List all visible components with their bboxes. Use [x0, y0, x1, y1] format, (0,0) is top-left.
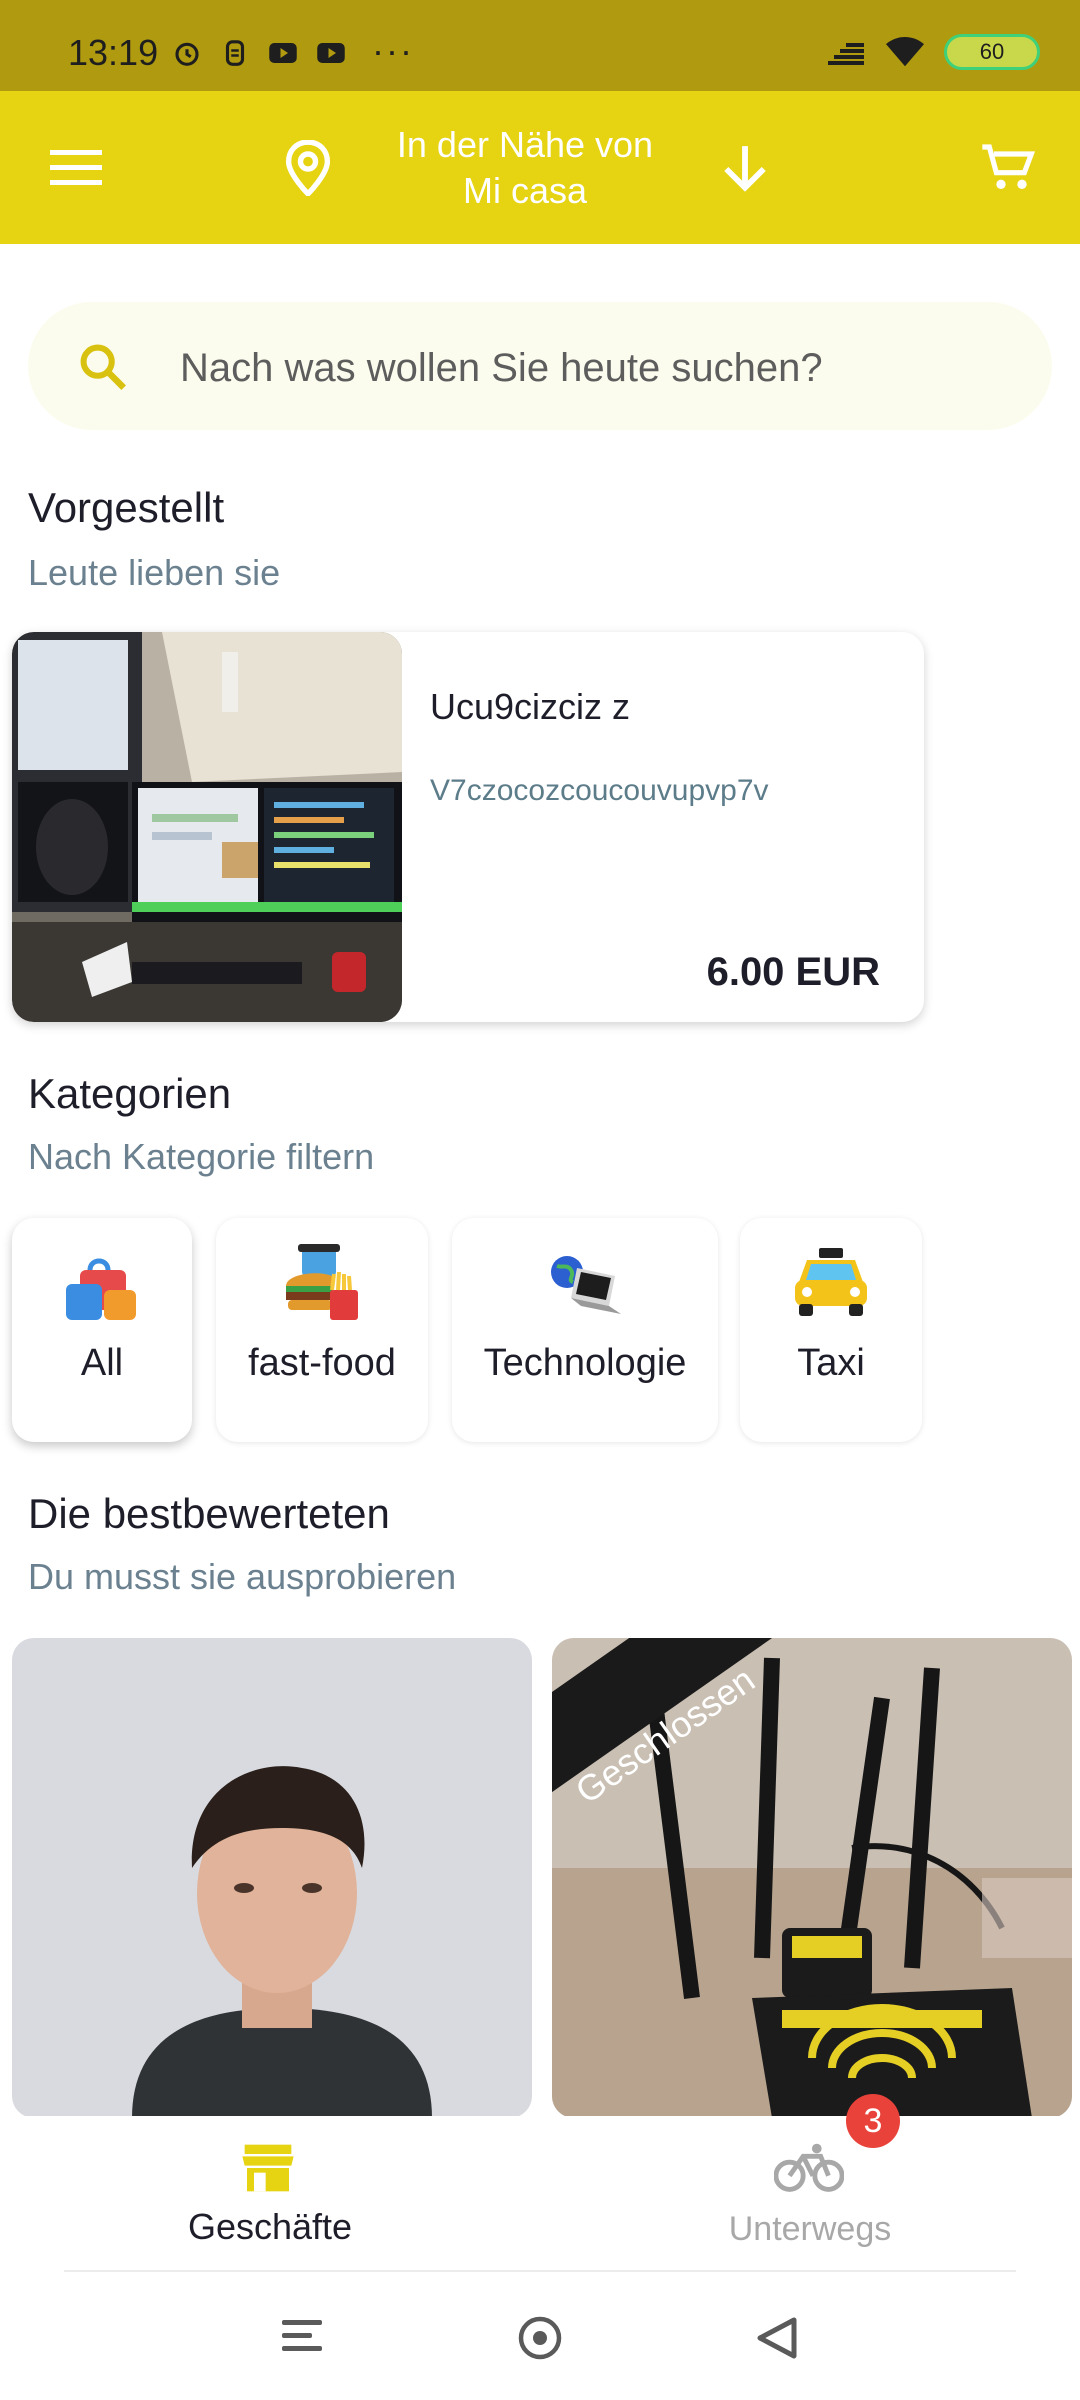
- location-pin-icon[interactable]: [282, 140, 334, 196]
- back-icon[interactable]: [754, 2314, 800, 2362]
- category-technologie[interactable]: Technologie: [452, 1218, 718, 1442]
- status-time: 13:19: [68, 32, 159, 73]
- top-rated-subtitle: Du musst sie ausprobieren: [28, 1556, 457, 1597]
- delivery-location[interactable]: In der Nähe von Mi casa: [330, 122, 720, 214]
- featured-product-image: [12, 632, 402, 1022]
- category-label: Technologie: [483, 1342, 687, 1384]
- shopping-bags-icon: [66, 1258, 136, 1320]
- tab-on-the-way-label: Unterwegs: [728, 2210, 892, 2248]
- cart-icon[interactable]: [980, 140, 1036, 196]
- top-rated-card-closed[interactable]: [552, 1638, 1072, 2118]
- store-image: [12, 1638, 532, 2118]
- location-name: Mi casa: [462, 170, 588, 211]
- categories-subtitle: Nach Kategorie filtern: [28, 1136, 375, 1177]
- featured-product-name: Ucu9cizciz z: [430, 686, 631, 727]
- signal-icon: [828, 43, 864, 65]
- search-icon: [80, 344, 126, 390]
- recent-apps-icon[interactable]: [282, 2318, 326, 2354]
- wifi-icon: [886, 36, 924, 67]
- app-notification-icon: [225, 40, 245, 66]
- status-notification-icons: [170, 38, 348, 68]
- home-icon[interactable]: [516, 2314, 564, 2362]
- featured-title: Vorgestellt: [28, 484, 225, 531]
- featured-product-card[interactable]: Ucu9cizciz z V7czocozcoucouvupvp7v 6.00 …: [12, 632, 924, 1022]
- status-system-icons: 60: [826, 34, 1040, 70]
- battery-indicator: 60: [944, 34, 1040, 70]
- search-input[interactable]: [178, 342, 1002, 394]
- youtube-icon: [269, 43, 297, 63]
- categories-title: Kategorien: [28, 1070, 232, 1117]
- laptop-globe-icon: [551, 1256, 621, 1314]
- store-icon: [242, 2144, 294, 2192]
- alarm-icon: [175, 42, 199, 66]
- location-prefix: In der Nähe von: [396, 124, 654, 165]
- top-rated-title: Die bestbewerteten: [28, 1490, 390, 1537]
- arrow-down-icon[interactable]: [720, 142, 770, 196]
- category-all[interactable]: All: [12, 1218, 192, 1442]
- featured-product-price: 6.00 EUR: [706, 950, 880, 994]
- featured-subtitle: Leute lieben sie: [28, 552, 281, 593]
- category-taxi[interactable]: Taxi: [740, 1218, 922, 1442]
- burger-drink-icon: [286, 1244, 358, 1320]
- category-label: fast-food: [248, 1342, 396, 1384]
- menu-icon[interactable]: [50, 148, 102, 188]
- youtube-icon: [317, 43, 345, 63]
- category-label: Taxi: [797, 1342, 865, 1384]
- taxi-icon: [795, 1248, 867, 1316]
- tab-shops-label: Geschäfte: [187, 2206, 353, 2247]
- notification-badge: 3: [846, 2094, 900, 2148]
- category-label: All: [80, 1342, 124, 1384]
- featured-product-description: V7czocozcoucouvupvp7v: [430, 774, 769, 807]
- category-fast-food[interactable]: fast-food: [216, 1218, 428, 1442]
- top-rated-card[interactable]: [12, 1638, 532, 2118]
- bicycle-icon: [774, 2143, 844, 2192]
- more-notifications-indicator: ···: [372, 30, 414, 71]
